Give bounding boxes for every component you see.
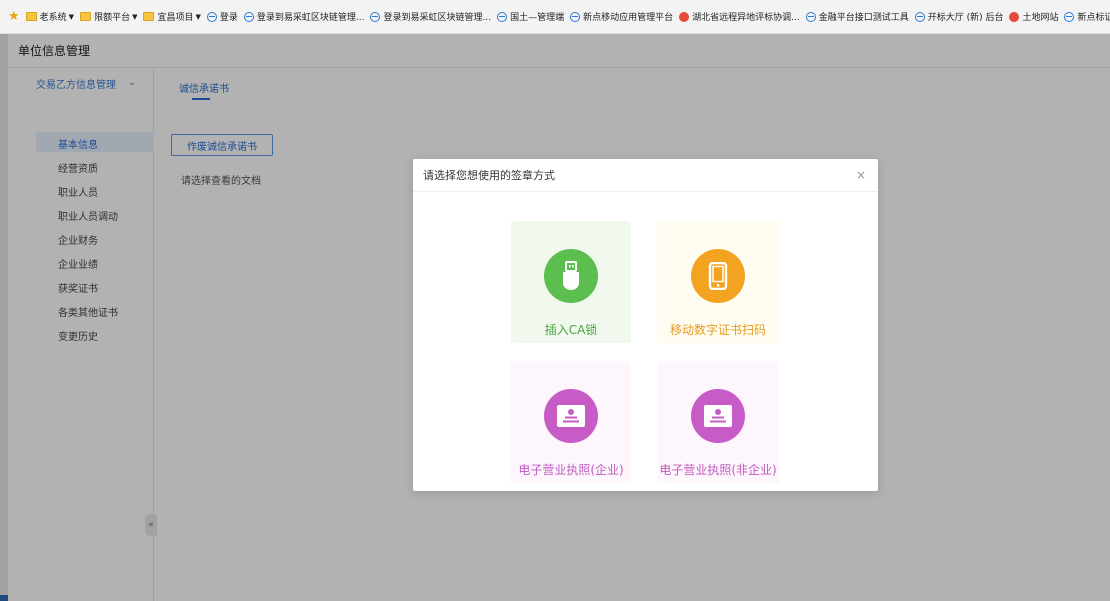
fav-link[interactable]: 登录到易采虹区块链管理... xyxy=(243,10,364,23)
fav-folder-quota[interactable]: 限额平台 ▼ xyxy=(80,10,137,23)
dialog-title: 请选择您想使用的签章方式 xyxy=(423,169,555,182)
option-mobile-cert-scan[interactable]: 移动数字证书扫码 xyxy=(657,221,779,343)
mobile-phone-icon xyxy=(691,249,745,303)
fav-folder-old-system[interactable]: 老系统 ▼ xyxy=(25,10,75,23)
fav-link[interactable]: 新点标证通管理平台——... xyxy=(1064,10,1110,23)
favorites-bar: ★ 老系统 ▼ 限额平台 ▼ 宜昌项目 ▼ 登录 登录到易采虹区块链管理... 登录到… xyxy=(0,0,1110,34)
folder-icon xyxy=(143,12,155,21)
signature-method-dialog: 请选择您想使用的签章方式 × 插入CA锁 移动数字证书扫码 电子营业执照(企业)… xyxy=(413,159,878,491)
close-icon[interactable]: × xyxy=(856,168,866,182)
option-e-license-non-enterprise[interactable]: 电子营业执照(非企业) xyxy=(657,361,779,483)
fav-link[interactable]: 国土—管理端 xyxy=(497,10,564,23)
chevron-down-icon: ▼ xyxy=(195,12,201,21)
favorites-star-icon[interactable]: ★ xyxy=(8,9,20,24)
business-license-icon xyxy=(691,389,745,443)
site-icon xyxy=(679,11,690,22)
fav-link[interactable]: 开标大厅 (新) 后台 xyxy=(914,10,1003,23)
site-icon xyxy=(1009,11,1020,22)
ie-icon xyxy=(805,11,816,22)
fav-link[interactable]: 金融平台接口测试工具 xyxy=(805,10,909,23)
ie-icon xyxy=(570,11,581,22)
fav-link[interactable]: 湖北省远程异地评标协调... xyxy=(679,10,800,23)
folder-icon xyxy=(25,12,37,21)
ie-icon xyxy=(914,11,925,22)
fav-folder-yichang[interactable]: 宜昌项目 ▼ xyxy=(143,10,201,23)
chevron-down-icon: ▼ xyxy=(132,12,138,21)
usb-key-icon xyxy=(544,249,598,303)
fav-link[interactable]: 登录 xyxy=(206,10,238,23)
business-license-icon xyxy=(544,389,598,443)
ie-icon xyxy=(1064,11,1075,22)
ie-icon xyxy=(497,11,508,22)
option-e-license-enterprise[interactable]: 电子营业执照(企业) xyxy=(511,361,631,483)
dialog-header: 请选择您想使用的签章方式 × xyxy=(413,159,878,192)
folder-icon xyxy=(80,12,92,21)
ie-icon xyxy=(243,11,254,22)
fav-link[interactable]: 新点移动应用管理平台 xyxy=(570,10,673,23)
fav-link[interactable]: 登录到易采虹区块链管理... xyxy=(370,10,491,23)
ie-icon xyxy=(370,11,381,22)
fav-link[interactable]: 土地网站 xyxy=(1009,10,1058,23)
option-insert-ca-key[interactable]: 插入CA锁 xyxy=(511,221,631,343)
chevron-down-icon: ▼ xyxy=(68,12,75,21)
ie-icon xyxy=(206,11,217,22)
